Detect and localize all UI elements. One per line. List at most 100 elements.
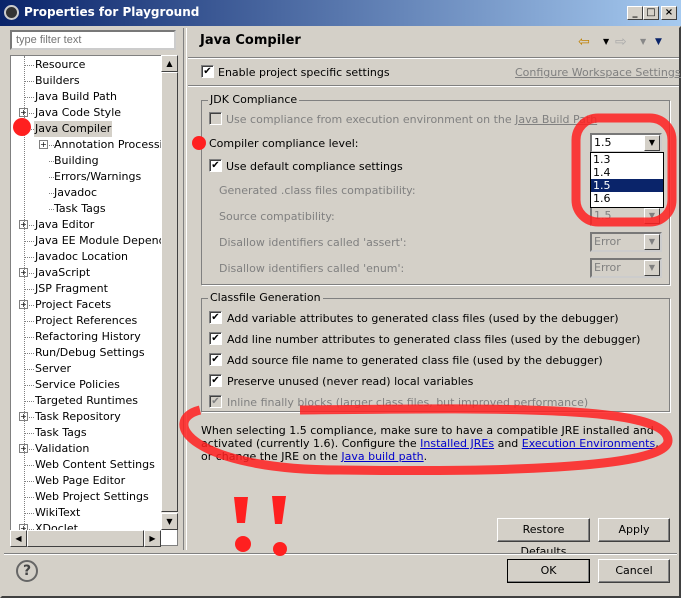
use-default-compliance-checkbox[interactable]: ✔ [209,159,222,172]
dropdown-arrow-icon[interactable]: ▼ [644,135,660,151]
help-icon[interactable]: ? [16,560,38,582]
scroll-left-button[interactable]: ◀ [10,530,27,547]
scroll-thumb[interactable] [161,72,178,512]
scroll-down-button[interactable]: ▼ [161,513,178,530]
dropdown-arrow-icon[interactable]: ▼ [644,260,660,276]
option-1-6[interactable]: 1.6 [591,192,663,205]
classfile-option-checkbox[interactable]: ✔ [209,332,222,345]
tree-item[interactable]: Java Code Style [34,105,122,121]
tree-item[interactable]: Errors/Warnings [53,169,142,185]
assert-combo[interactable]: Error ▼ [590,232,662,252]
tree-item-label: Java Editor [35,218,95,231]
tree-item[interactable]: Java Editor [34,217,95,233]
cancel-button[interactable]: Cancel [598,559,670,583]
tree-item[interactable]: Resource [34,57,86,73]
java-build-path-note-link[interactable]: Java build path [341,450,423,463]
tree-item[interactable]: Targeted Runtimes [34,393,139,409]
dropdown-arrow-icon[interactable]: ▼ [644,234,660,250]
tree-item-label: Task Tags [54,202,106,215]
classfile-option-checkbox[interactable]: ✔ [209,311,222,324]
view-menu-icon[interactable]: ▼ [655,37,662,47]
window-title: Properties for Playground [24,5,200,19]
forward-menu-icon[interactable]: ▼ [640,37,646,46]
use-ee-compliance-label: Use compliance from execution environmen… [226,113,598,126]
tree-item[interactable]: Service Policies [34,377,121,393]
sash[interactable] [183,28,187,550]
tree-item[interactable]: Web Page Editor [34,473,126,489]
tree-item[interactable]: Run/Debug Settings [34,345,146,361]
tree-item[interactable]: Javadoc [53,185,98,201]
tree-item[interactable]: Web Project Settings [34,489,150,505]
option-1-5[interactable]: 1.5 [591,179,663,192]
scroll-right-button[interactable]: ▶ [144,530,161,547]
tree-item-label: Web Project Settings [35,490,149,503]
dropdown-arrow-icon[interactable]: ▼ [644,208,660,224]
tree-item[interactable]: Task Repository [34,409,122,425]
classfile-option-checkbox[interactable]: ✔ [209,374,222,387]
tree-connector [24,321,34,322]
tree-item[interactable]: Task Tags [34,425,88,441]
java-build-path-link[interactable]: Java Build Path [515,113,597,126]
footer-separator [4,553,677,555]
use-default-compliance-label: Use default compliance settings [226,160,403,173]
filter-input[interactable] [10,30,176,50]
tree-item-label: Project Facets [35,298,112,311]
maximize-button[interactable]: □ [643,6,659,20]
enum-value: Error [594,261,621,274]
configure-workspace-link[interactable]: Configure Workspace Settings... [515,66,681,79]
use-ee-compliance-checkbox[interactable] [209,112,222,125]
tree-item[interactable]: Web Content Settings [34,457,156,473]
tree-item-label: Refactoring History [35,330,141,343]
back-menu-icon[interactable]: ▼ [603,37,609,46]
source-compat-combo[interactable]: 1.5 ▼ [590,206,662,226]
tree-item[interactable]: Java Build Path [34,89,118,105]
tree-connector [24,65,34,66]
tree-connector [24,289,34,290]
tree-vertical-scrollbar[interactable]: ▲ ▼ [161,55,178,530]
option-1-4[interactable]: 1.4 [591,166,663,179]
ok-button[interactable]: OK [507,559,590,583]
expand-icon[interactable]: + [39,140,48,149]
classfile-option-checkbox[interactable]: ✔ [209,353,222,366]
classfile-option-checkbox[interactable]: ✔ [209,395,222,408]
tree-item-label: Project References [35,314,138,327]
compliance-level-combo[interactable]: 1.5 ▼ [590,133,662,153]
jdk-compliance-label: JDK Compliance [208,93,300,106]
tree-item[interactable]: Project Facets [34,297,112,313]
option-1-3[interactable]: 1.3 [591,153,663,166]
tree-item[interactable]: Builders [34,73,81,89]
tree-item[interactable]: Annotation Processing [53,137,177,153]
h-scroll-thumb[interactable] [27,530,144,547]
tree-item[interactable]: Refactoring History [34,329,142,345]
apply-button[interactable]: Apply [598,518,670,542]
tree-connector [49,161,54,162]
close-button[interactable]: × [661,6,677,20]
preference-tree: Resource Builders Java Build Path Java Code… [10,55,178,546]
title-bar: Properties for Playground _ □ × [0,0,681,26]
tree-item-label: Javadoc Location [35,250,129,263]
forward-arrow-icon[interactable]: ⇨ [615,34,627,50]
enable-project-settings-checkbox[interactable]: ✔ [201,65,214,78]
installed-jres-link[interactable]: Installed JREs [420,437,494,450]
back-arrow-icon[interactable]: ⇦ [578,34,590,50]
tree-item[interactable]: Project References [34,313,138,329]
tree-item[interactable]: Building [53,153,100,169]
scroll-up-button[interactable]: ▲ [161,55,178,72]
tree-item[interactable]: Server [34,361,72,377]
tree-horizontal-scrollbar[interactable]: ◀ ▶ [10,530,161,547]
tree-item[interactable]: Javadoc Location [34,249,129,265]
enable-project-settings-label: Enable project specific settings [218,66,390,79]
tree-item-label: Java Compiler [35,122,112,135]
minimize-button[interactable]: _ [627,6,643,20]
tree-item[interactable]: WikiText [34,505,81,521]
tree-item[interactable]: JavaScript [34,265,91,281]
tree-item[interactable]: Java EE Module Dependen [34,233,177,249]
tree-item-label: Service Policies [35,378,120,391]
tree-item[interactable]: Java Compiler [34,121,113,137]
tree-item[interactable]: Task Tags [53,201,107,217]
enum-combo[interactable]: Error ▼ [590,258,662,278]
execution-environments-link[interactable]: Execution Environments [522,437,655,450]
tree-item[interactable]: JSP Fragment [34,281,109,297]
tree-item[interactable]: Validation [34,441,90,457]
restore-defaults-button[interactable]: Restore Defaults [497,518,590,558]
